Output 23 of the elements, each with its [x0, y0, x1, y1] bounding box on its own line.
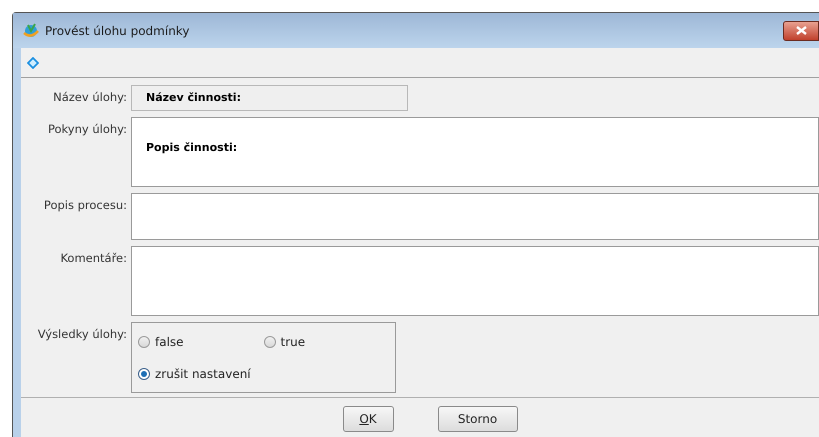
radio-button[interactable]	[138, 336, 150, 348]
dialog-button[interactable]: OK	[342, 406, 394, 432]
diamond-icon[interactable]	[27, 56, 39, 68]
radio-button[interactable]	[138, 368, 150, 380]
field-label: Komentáře:	[59, 250, 128, 267]
dialog-button[interactable]: Storno	[438, 406, 518, 432]
app-logo-icon	[23, 22, 39, 38]
radio-option[interactable]: true	[264, 333, 389, 351]
radio-option[interactable]: false	[138, 333, 264, 351]
text-area[interactable]	[131, 246, 819, 316]
close-icon	[796, 26, 806, 35]
close-button[interactable]	[783, 20, 819, 40]
text-area[interactable]	[131, 193, 819, 240]
field-value: Popis činnosti:	[146, 141, 238, 154]
radio-option[interactable]: zrušit nastavení	[138, 365, 264, 383]
window-title: Provést úlohu podmínky	[45, 22, 190, 40]
radio-button[interactable]	[264, 336, 276, 348]
text-area[interactable]: Popis činnosti:	[131, 117, 819, 187]
field-label: Pokyny úlohy:	[46, 121, 128, 138]
field-value: Název činnosti:	[146, 90, 241, 106]
field-label: Popis procesu:	[42, 197, 128, 214]
field-label: Název úlohy:	[52, 89, 128, 106]
field-label: Výsledky úlohy:	[36, 326, 128, 343]
